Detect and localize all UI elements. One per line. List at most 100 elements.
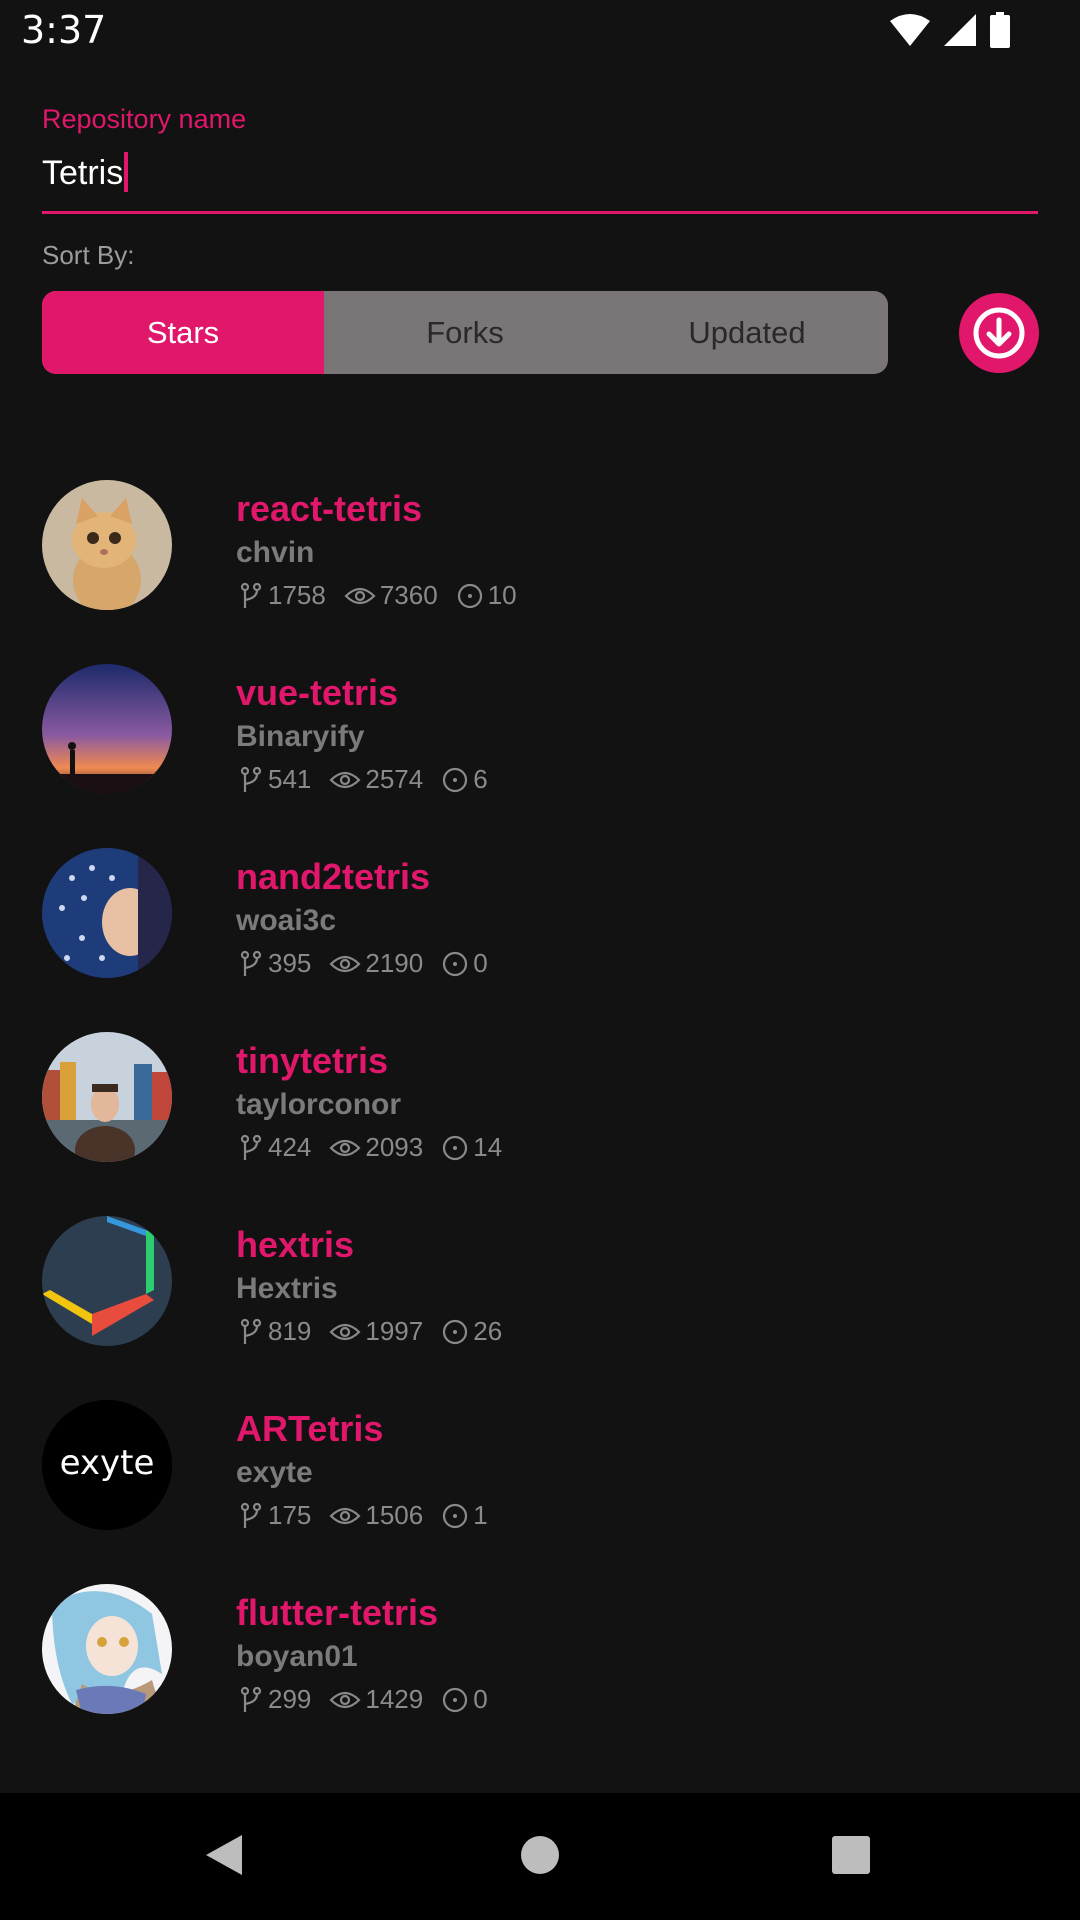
repository-name-input[interactable]: Tetris xyxy=(42,152,129,193)
repo-owner: woai3c xyxy=(236,904,337,937)
fork-icon xyxy=(240,1134,262,1160)
repo-name: vue-tetris xyxy=(236,672,399,713)
sort-option-stars[interactable]: Stars xyxy=(42,291,324,374)
repository-list-item[interactable]: tinytetris taylorconor 424 2093 14 xyxy=(0,1032,1080,1172)
navigation-bar xyxy=(0,1793,1080,1920)
issue-count: 14 xyxy=(473,1132,503,1162)
repository-list-item[interactable]: vue-tetris Binaryify 541 2574 6 xyxy=(0,664,1080,804)
cell-signal-icon xyxy=(944,14,976,46)
home-button[interactable] xyxy=(520,1833,560,1882)
avatar-anime xyxy=(42,1584,172,1714)
issue-count: 0 xyxy=(473,948,488,978)
repository-name-value: Tetris xyxy=(42,154,124,192)
repository-list-item[interactable]: react-tetris chvin 1758 7360 10 xyxy=(0,480,1080,620)
repo-stats: 299 1429 0 xyxy=(238,1684,506,1715)
issue-count: 0 xyxy=(473,1684,488,1714)
input-underline xyxy=(42,211,1038,214)
arrow-down-circle-icon xyxy=(973,307,1025,359)
fork-count: 1758 xyxy=(268,580,326,610)
fork-count: 541 xyxy=(268,764,312,794)
battery-icon xyxy=(990,12,1010,48)
repository-list-item[interactable]: nand2tetris woai3c 395 2190 0 xyxy=(0,848,1080,988)
repo-name: hextris xyxy=(236,1224,355,1265)
issue-icon xyxy=(457,583,482,608)
status-bar: 3:37 xyxy=(0,0,1080,64)
watcher-count: 1429 xyxy=(365,1684,424,1714)
repo-owner: Hextris xyxy=(236,1272,338,1305)
text-caret xyxy=(124,152,129,192)
issue-icon xyxy=(443,1135,468,1160)
back-icon xyxy=(206,1835,242,1875)
repository-name-label: Repository name xyxy=(42,104,247,134)
avatar-child xyxy=(42,848,172,978)
repo-name: nand2tetris xyxy=(236,856,431,897)
watcher-count: 2574 xyxy=(365,764,424,794)
repo-stats: 175 1506 1 xyxy=(238,1500,506,1531)
issue-icon xyxy=(443,767,468,792)
fork-count: 299 xyxy=(268,1684,312,1714)
repository-name-field[interactable]: Repository name Tetris xyxy=(42,100,1038,214)
watcher-count: 7360 xyxy=(379,580,438,610)
fork-icon xyxy=(240,950,262,976)
repo-name: react-tetris xyxy=(236,488,423,529)
fork-count: 175 xyxy=(268,1500,312,1530)
eye-icon xyxy=(329,1507,361,1524)
eye-icon xyxy=(329,1323,361,1340)
eye-icon xyxy=(329,1139,361,1156)
status-time: 3:37 xyxy=(21,8,107,52)
fork-count: 424 xyxy=(268,1132,312,1162)
issue-count: 6 xyxy=(473,764,488,794)
issue-count: 1 xyxy=(473,1500,488,1530)
fork-count: 819 xyxy=(268,1316,312,1346)
watcher-count: 2190 xyxy=(365,948,424,978)
repo-owner: exyte xyxy=(236,1456,313,1489)
repo-name: flutter-tetris xyxy=(236,1592,439,1633)
fork-icon xyxy=(240,1502,262,1528)
issue-icon xyxy=(443,951,468,976)
exyte-logo-text: exyte xyxy=(60,1443,155,1483)
avatar-sunset xyxy=(42,664,172,794)
eye-icon xyxy=(329,955,361,972)
repository-list-item[interactable]: flutter-tetris boyan01 299 1429 0 xyxy=(0,1584,1080,1724)
repository-list-item[interactable]: hextris Hextris 819 1997 26 xyxy=(0,1216,1080,1356)
repo-name: ARTetris xyxy=(236,1408,384,1449)
repository-list-item[interactable]: exyte ARTetris exyte 175 1506 1 xyxy=(0,1400,1080,1540)
fork-icon xyxy=(240,1318,262,1344)
eye-icon xyxy=(344,587,376,604)
wifi-icon xyxy=(890,14,930,46)
repo-owner: chvin xyxy=(236,536,315,569)
repo-name: tinytetris xyxy=(236,1040,389,1081)
issue-count: 26 xyxy=(473,1316,503,1346)
avatar-man xyxy=(42,1032,172,1162)
fork-icon xyxy=(240,766,262,792)
recents-button[interactable] xyxy=(831,1833,871,1882)
issue-icon xyxy=(443,1319,468,1344)
watcher-count: 1506 xyxy=(365,1500,424,1530)
repo-stats: 541 2574 6 xyxy=(238,764,506,795)
sort-by-label: Sort By: xyxy=(42,240,135,270)
back-button[interactable] xyxy=(204,1833,244,1882)
repo-stats: 395 2190 0 xyxy=(238,948,506,979)
sort-option-updated[interactable]: Updated xyxy=(606,291,888,374)
issue-icon xyxy=(443,1503,468,1528)
eye-icon xyxy=(329,771,361,788)
eye-icon xyxy=(329,1691,361,1708)
recents-icon xyxy=(832,1836,870,1874)
repo-stats: 819 1997 26 xyxy=(238,1316,520,1347)
watcher-count: 1997 xyxy=(365,1316,424,1346)
fork-count: 395 xyxy=(268,948,312,978)
avatar-hexagon-logo xyxy=(42,1216,172,1346)
repo-stats: 424 2093 14 xyxy=(238,1132,520,1163)
home-icon xyxy=(521,1836,559,1874)
fork-icon xyxy=(240,582,262,608)
issue-icon xyxy=(443,1687,468,1712)
repo-stats: 1758 7360 10 xyxy=(238,580,535,611)
issue-count: 10 xyxy=(487,580,517,610)
avatar-exyte-logo: exyte xyxy=(42,1400,172,1530)
sort-segmented-control: Stars Forks Updated xyxy=(42,291,888,374)
repo-owner: Binaryify xyxy=(236,720,365,753)
avatar-cat xyxy=(42,480,172,610)
sort-option-forks[interactable]: Forks xyxy=(324,291,606,374)
sort-direction-button[interactable] xyxy=(959,293,1039,373)
watcher-count: 2093 xyxy=(365,1132,424,1162)
